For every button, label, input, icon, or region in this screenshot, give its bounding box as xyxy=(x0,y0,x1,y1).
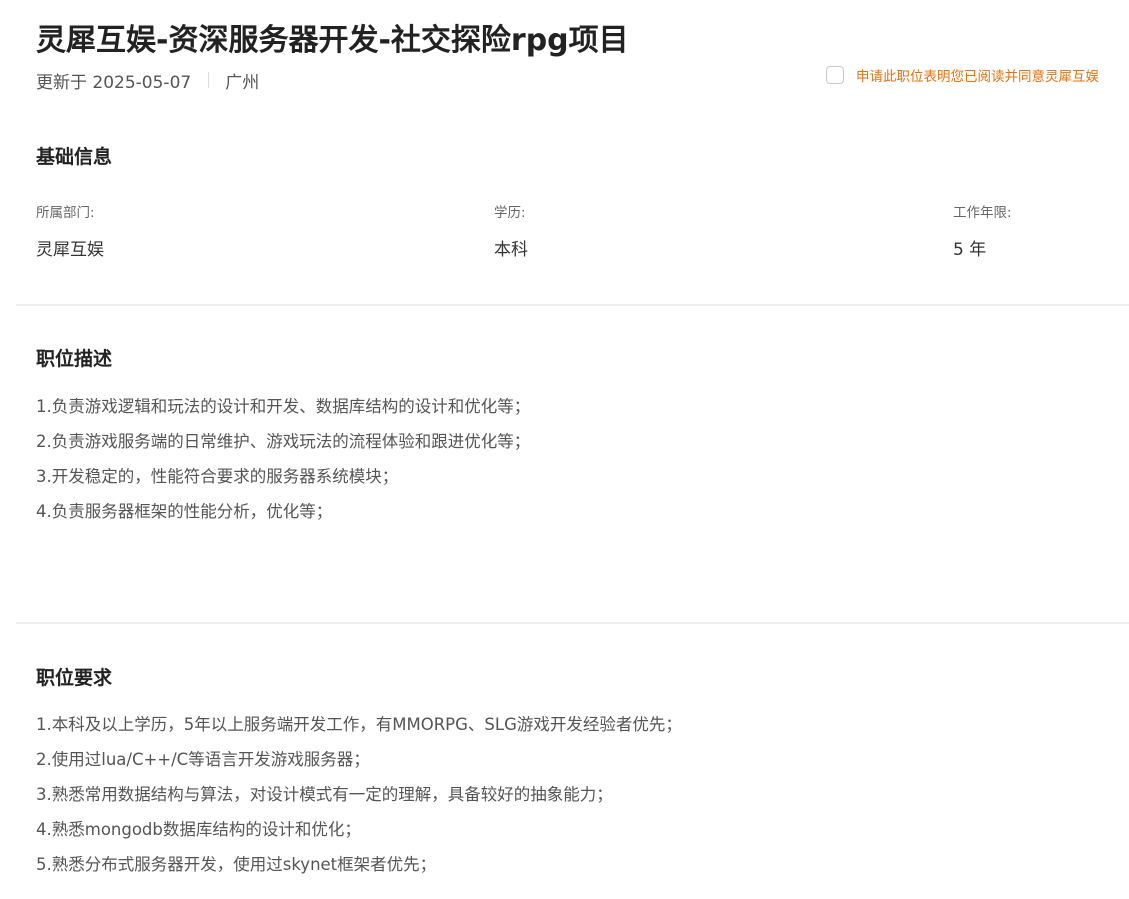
requirement-item: 2.使用过lua/C++/C等语言开发游戏服务器； xyxy=(36,750,370,769)
description-list: 1.负责游戏逻辑和玩法的设计和开发、数据库结构的设计和优化等； 2.负责游戏服务… xyxy=(36,389,530,529)
job-meta: 更新于 2025-05-07 广州 xyxy=(36,67,259,93)
consent-agreement[interactable]: 申请此职位表明您已阅读并同意灵犀互娱 xyxy=(826,64,1129,86)
consent-checkbox[interactable] xyxy=(826,66,844,84)
requirement-item: 5.熟悉分布式服务器开发，使用过skynet框架者优先； xyxy=(36,855,437,874)
description-item: 4.负责服务器框架的性能分析，优化等； xyxy=(36,502,333,521)
experience-label: 工作年限: xyxy=(953,205,1012,221)
requirement-item: 4.熟悉mongodb数据库结构的设计和优化； xyxy=(36,820,361,839)
experience-value: 5 年 xyxy=(953,240,987,260)
consent-text[interactable]: 申请此职位表明您已阅读并同意灵犀互娱 xyxy=(856,65,1099,85)
requirements-list: 1.本科及以上学历，5年以上服务端开发工作，有MMORPG、SLG游戏开发经验者… xyxy=(36,707,682,882)
department-value: 灵犀互娱 xyxy=(36,240,104,260)
requirement-item: 3.熟悉常用数据结构与算法，对设计模式有一定的理解，具备较好的抽象能力； xyxy=(36,785,613,804)
job-location: 广州 xyxy=(225,72,260,93)
description-item: 2.负责游戏服务端的日常维护、游戏玩法的流程体验和跟进优化等； xyxy=(36,432,531,451)
update-date: 更新于 2025-05-07 xyxy=(36,72,192,93)
description-item: 1.负责游戏逻辑和玩法的设计和开发、数据库结构的设计和优化等； xyxy=(36,397,531,416)
job-title: 灵犀互娱-资深服务器开发-社交探险rpg项目 xyxy=(36,23,629,58)
requirement-item: 1.本科及以上学历，5年以上服务端开发工作，有MMORPG、SLG游戏开发经验者… xyxy=(36,715,682,734)
basic-info-title: 基础信息 xyxy=(36,146,113,168)
department-label: 所属部门: xyxy=(36,205,95,221)
education-label: 学历: xyxy=(494,205,526,221)
section-divider xyxy=(16,304,1129,306)
section-divider xyxy=(16,622,1129,624)
description-item: 3.开发稳定的，性能符合要求的服务器系统模块； xyxy=(36,467,399,486)
meta-divider xyxy=(208,72,210,88)
education-value: 本科 xyxy=(494,240,528,260)
requirements-title: 职位要求 xyxy=(36,667,113,689)
description-title: 职位描述 xyxy=(36,348,113,370)
